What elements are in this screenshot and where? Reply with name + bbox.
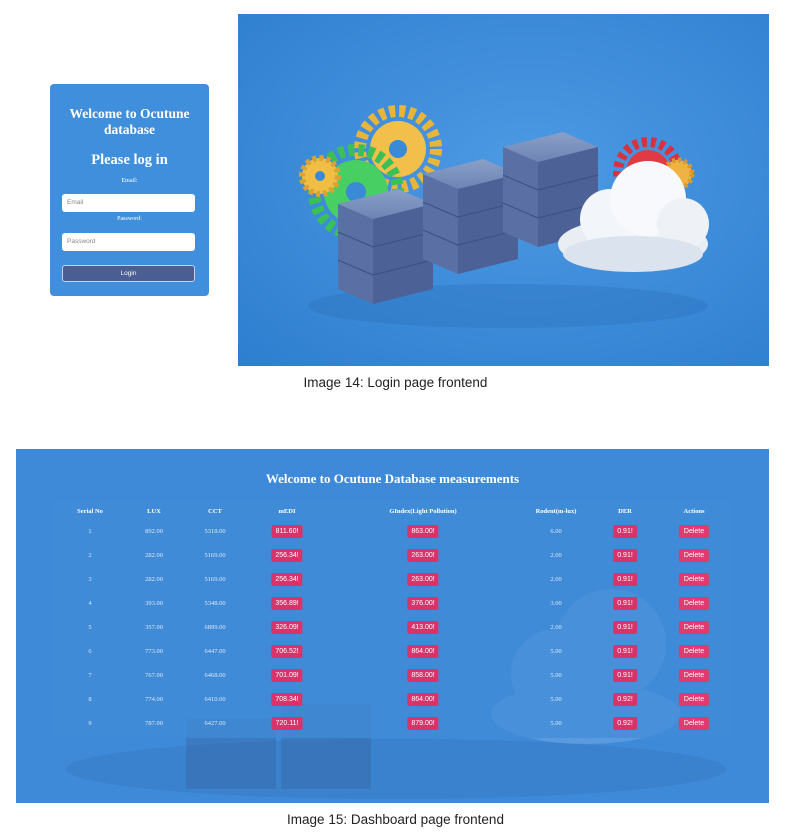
delete-button[interactable]: Delete bbox=[678, 597, 710, 610]
serial-cell: 7 bbox=[88, 672, 92, 679]
cct-cell: 6899.00 bbox=[204, 624, 226, 631]
der-badge: 0.92! bbox=[613, 693, 637, 706]
column-header: DER bbox=[618, 508, 632, 515]
column-header: GIndex(Light Pollution) bbox=[389, 508, 457, 515]
gindex-badge: 863.00! bbox=[407, 525, 439, 538]
cct-cell: 5169.00 bbox=[204, 576, 226, 583]
dashboard-panel: Welcome to Ocutune Database measurements… bbox=[16, 449, 769, 803]
email-label: Email: bbox=[121, 178, 138, 184]
small-yellow-gear-icon bbox=[299, 155, 341, 197]
lux-cell: 393.00 bbox=[145, 600, 163, 607]
medi-badge: 701.09! bbox=[271, 669, 303, 682]
cct-cell: 5318.00 bbox=[204, 528, 226, 535]
delete-button[interactable]: Delete bbox=[678, 669, 710, 682]
rodent-cell: 5.00 bbox=[550, 672, 562, 679]
gindex-badge: 879.00! bbox=[407, 717, 439, 730]
medi-badge: 708.34! bbox=[271, 693, 303, 706]
serial-cell: 6 bbox=[88, 648, 92, 655]
caption-image-15: Image 15: Dashboard page frontend bbox=[287, 812, 504, 827]
lux-cell: 773.00 bbox=[145, 648, 163, 655]
login-title: Welcome to Ocutune database bbox=[69, 106, 190, 137]
login-button[interactable]: Login bbox=[62, 265, 195, 282]
lux-cell: 892.00 bbox=[145, 528, 163, 535]
column-header: Actions bbox=[683, 508, 705, 515]
serial-cell: 9 bbox=[88, 720, 92, 727]
rodent-cell: 5.00 bbox=[550, 720, 562, 727]
der-badge: 0.91! bbox=[613, 669, 637, 682]
gindex-badge: 263.00! bbox=[407, 549, 439, 562]
serial-cell: 5 bbox=[88, 624, 92, 631]
medi-badge: 356.89! bbox=[271, 597, 303, 610]
rodent-cell: 2.00 bbox=[550, 552, 562, 559]
lux-cell: 787.00 bbox=[145, 720, 163, 727]
delete-button[interactable]: Delete bbox=[678, 621, 710, 634]
delete-button[interactable]: Delete bbox=[678, 525, 710, 538]
delete-button[interactable]: Delete bbox=[678, 573, 710, 586]
der-badge: 0.92! bbox=[613, 717, 637, 730]
rodent-cell: 5.00 bbox=[550, 648, 562, 655]
cct-cell: 6410.00 bbox=[204, 696, 226, 703]
gindex-badge: 263.00! bbox=[407, 573, 439, 586]
column-header: mEDI bbox=[278, 508, 296, 515]
cct-cell: 6447.00 bbox=[204, 648, 226, 655]
serial-cell: 2 bbox=[88, 552, 92, 559]
medi-badge: 326.09! bbox=[271, 621, 303, 634]
measurements-table: Serial No LUX CCT mEDI GIndex(Light Pollutio… bbox=[54, 500, 731, 738]
gindex-badge: 413.00! bbox=[407, 621, 439, 634]
delete-button[interactable]: Delete bbox=[678, 717, 710, 730]
cct-cell: 5348.00 bbox=[204, 600, 226, 607]
lux-cell: 282.00 bbox=[145, 576, 163, 583]
lux-cell: 767.00 bbox=[145, 672, 163, 679]
der-badge: 0.91! bbox=[613, 645, 637, 658]
serial-cell: 4 bbox=[88, 600, 92, 607]
column-header: CCT bbox=[208, 508, 222, 515]
lux-cell: 774.00 bbox=[145, 696, 163, 703]
der-badge: 0.91! bbox=[613, 621, 637, 634]
lux-cell: 357.00 bbox=[145, 624, 163, 631]
rodent-cell: 2.00 bbox=[550, 624, 562, 631]
gindex-badge: 864.00! bbox=[407, 693, 439, 706]
delete-button[interactable]: Delete bbox=[678, 693, 710, 706]
serial-cell: 8 bbox=[88, 696, 92, 703]
gindex-badge: 858.00! bbox=[407, 669, 439, 682]
cct-cell: 5169.00 bbox=[204, 552, 226, 559]
gindex-badge: 864.00! bbox=[407, 645, 439, 658]
hero-illustration bbox=[238, 14, 769, 366]
serial-cell: 1 bbox=[88, 528, 92, 535]
column-header: LUX bbox=[147, 508, 161, 515]
der-badge: 0.91! bbox=[613, 573, 637, 586]
dashboard-title: Welcome to Ocutune Database measurements bbox=[265, 471, 520, 486]
caption-image-14: Image 14: Login page frontend bbox=[303, 375, 488, 390]
login-card: Welcome to Ocutune database Please log i… bbox=[50, 84, 209, 296]
password-label: Password: bbox=[117, 216, 142, 222]
der-badge: 0.91! bbox=[613, 525, 637, 538]
login-subtitle: Please log in bbox=[91, 152, 168, 168]
der-badge: 0.91! bbox=[613, 597, 637, 610]
rodent-cell: 5.00 bbox=[550, 696, 562, 703]
delete-button[interactable]: Delete bbox=[678, 549, 710, 562]
email-field[interactable]: Email bbox=[62, 194, 195, 212]
medi-badge: 720.11! bbox=[271, 717, 303, 730]
rodent-cell: 2.00 bbox=[550, 576, 562, 583]
rodent-cell: 3.00 bbox=[550, 600, 562, 607]
password-field[interactable]: Password bbox=[62, 233, 195, 251]
der-badge: 0.91! bbox=[613, 549, 637, 562]
medi-badge: 811.60! bbox=[271, 525, 303, 538]
medi-badge: 706.52! bbox=[271, 645, 303, 658]
cct-cell: 6427.00 bbox=[204, 720, 226, 727]
column-header: Rodent(m-lux) bbox=[535, 508, 577, 515]
lux-cell: 282.00 bbox=[145, 552, 163, 559]
cct-cell: 6468.00 bbox=[204, 672, 226, 679]
delete-button[interactable]: Delete bbox=[678, 645, 710, 658]
column-header: Serial No bbox=[77, 508, 103, 515]
rodent-cell: 6.00 bbox=[550, 528, 562, 535]
medi-badge: 256.34! bbox=[271, 573, 303, 586]
gindex-badge: 376.00! bbox=[407, 597, 439, 610]
medi-badge: 256.34! bbox=[271, 549, 303, 562]
serial-cell: 3 bbox=[88, 576, 92, 583]
